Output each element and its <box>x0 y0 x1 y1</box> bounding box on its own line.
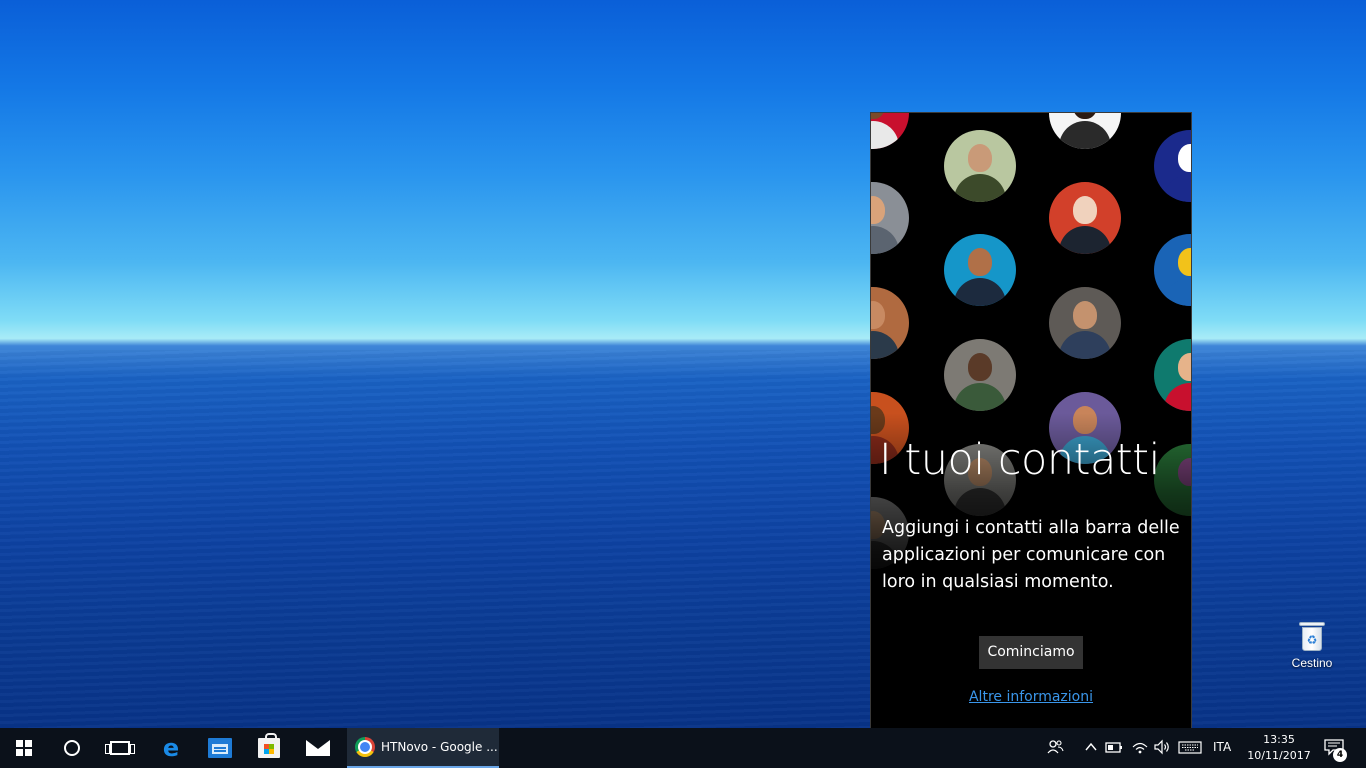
taskbar-app-store[interactable] <box>245 728 293 768</box>
touch-keyboard-icon[interactable] <box>1178 738 1202 758</box>
contact-avatar-illustration <box>1154 234 1191 306</box>
contact-avatar-illustration <box>1049 113 1121 149</box>
windows-logo-icon <box>16 740 32 756</box>
battery-icon[interactable] <box>1104 738 1124 758</box>
cortana-button[interactable] <box>48 728 96 768</box>
mail-icon <box>306 740 330 756</box>
flyout-description: Aggiungi i contatti alla barra delle app… <box>882 518 1180 592</box>
contact-avatar-photo <box>1049 287 1121 359</box>
contact-avatar-illustration <box>944 234 1016 306</box>
contact-avatar-illustration <box>1049 182 1121 254</box>
contact-avatar-illustration <box>1154 130 1191 202</box>
chevron-up-icon[interactable] <box>1082 738 1100 758</box>
task-view-icon <box>105 741 135 755</box>
volume-icon[interactable] <box>1152 738 1172 758</box>
contact-avatar-illustration <box>871 113 909 149</box>
input-language-indicator[interactable]: ITA <box>1213 740 1231 754</box>
system-clock[interactable]: 13:35 10/11/2017 <box>1244 732 1314 764</box>
task-view-button[interactable] <box>96 728 144 768</box>
start-button[interactable] <box>0 728 48 768</box>
contact-avatar-illustration <box>1154 339 1191 411</box>
desktop-icon-recycle-bin[interactable]: ♻ Cestino <box>1284 622 1340 670</box>
people-flyout: I tuoi contatti Aggiungi i contatti alla… <box>870 112 1192 728</box>
wifi-icon[interactable] <box>1130 738 1150 758</box>
taskbar: e HTNovo - Google ... ITA 13:35 10/11/20… <box>0 728 1366 768</box>
edge-icon: e <box>162 734 180 762</box>
cortana-icon <box>64 740 80 756</box>
file-explorer-icon <box>208 738 232 758</box>
contact-avatar-photo <box>871 182 909 254</box>
store-icon <box>258 733 280 758</box>
clock-date: 10/11/2017 <box>1247 749 1311 762</box>
chrome-icon <box>355 737 375 757</box>
contact-avatar-photo <box>944 130 1016 202</box>
taskbar-app-edge[interactable]: e <box>147 728 195 768</box>
recycle-bin-icon: ♻ <box>1299 622 1325 652</box>
notification-count-badge: 4 <box>1333 748 1347 762</box>
contact-avatar-photo <box>944 339 1016 411</box>
clock-time: 13:35 <box>1263 733 1295 746</box>
taskbar-app-chrome[interactable]: HTNovo - Google ... <box>347 728 499 768</box>
flyout-title: I tuoi contatti <box>879 435 1160 485</box>
get-started-button[interactable]: Cominciamo <box>979 636 1083 669</box>
taskbar-app-mail[interactable] <box>294 728 342 768</box>
desktop-icon-label: Cestino <box>1291 656 1333 670</box>
contact-avatar-photo <box>871 287 909 359</box>
taskbar-app-file-explorer[interactable] <box>196 728 244 768</box>
taskbar-window-title: HTNovo - Google ... <box>381 740 498 754</box>
people-icon[interactable] <box>1044 738 1066 758</box>
learn-more-link[interactable]: Altre informazioni <box>871 689 1191 705</box>
